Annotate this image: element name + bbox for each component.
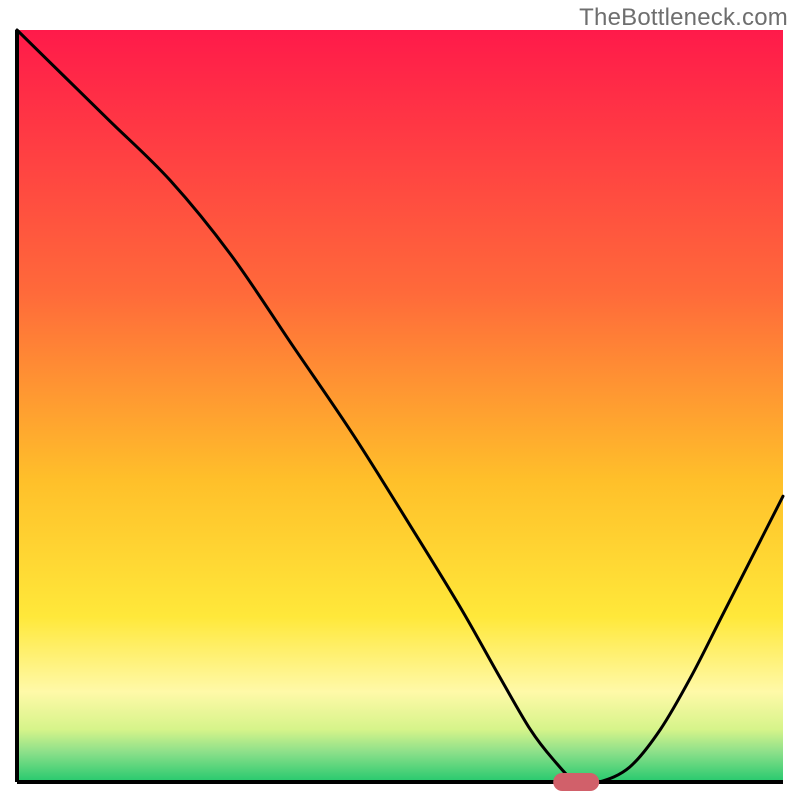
- chart-svg: [0, 0, 800, 800]
- bottleneck-chart: TheBottleneck.com: [0, 0, 800, 800]
- watermark-label: TheBottleneck.com: [579, 4, 788, 32]
- optimal-marker: [553, 773, 599, 791]
